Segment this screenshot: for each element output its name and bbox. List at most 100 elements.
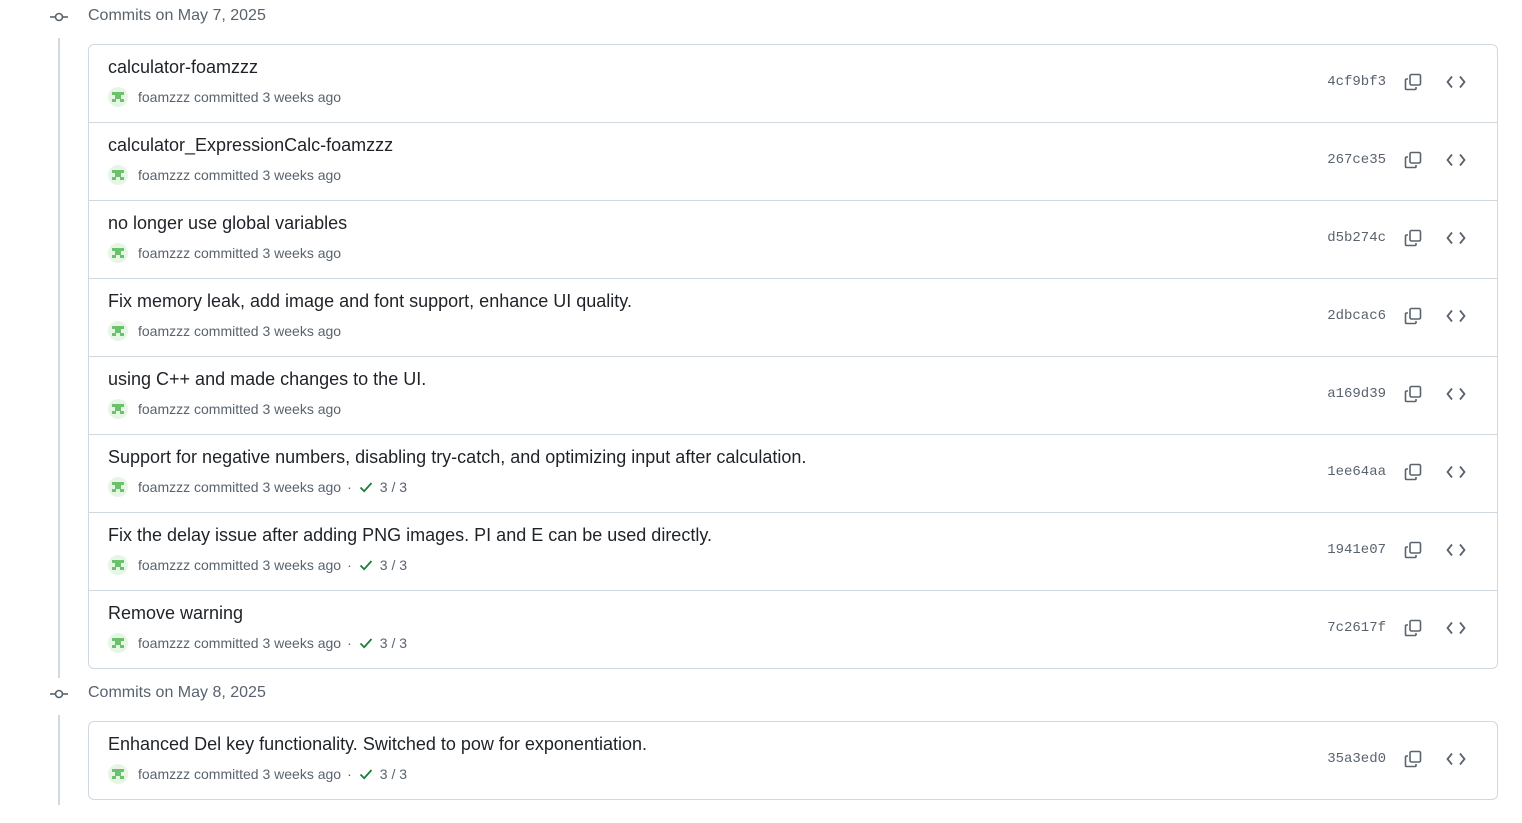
checks-count[interactable]: 3 / 3 xyxy=(380,766,407,782)
identicon-avatar[interactable] xyxy=(108,321,128,341)
commit-author-link[interactable]: foamzzz xyxy=(138,167,190,183)
commit-sha-link[interactable]: a169d39 xyxy=(1327,385,1386,403)
check-icon[interactable] xyxy=(358,479,374,495)
commit-action: committed xyxy=(194,323,259,339)
commit-sha-link[interactable]: 35a3ed0 xyxy=(1327,750,1386,768)
commit-action: committed xyxy=(194,401,259,417)
commit-message-link[interactable]: calculator-foamzzz xyxy=(108,56,258,78)
commit-meta: foamzzz committed 3 weeks ago xyxy=(108,86,341,108)
identicon-avatar[interactable] xyxy=(108,633,128,653)
commit-group-header: Commits on May 7, 2025 xyxy=(0,0,1522,32)
commit-message-link[interactable]: Remove warning xyxy=(108,602,243,624)
commit-row: Enhanced Del key functionality. Switched… xyxy=(89,722,1497,799)
commit-time: 3 weeks ago xyxy=(262,323,342,339)
commit-meta: foamzzz committed 3 weeks ago xyxy=(108,242,341,264)
commit-time: 3 weeks ago xyxy=(262,245,342,261)
code-icon[interactable] xyxy=(1444,616,1468,640)
copy-icon[interactable] xyxy=(1401,226,1425,250)
commit-time: 3 weeks ago xyxy=(262,766,342,782)
commit-message-link[interactable]: calculator_ExpressionCalc-foamzzz xyxy=(108,134,393,156)
commit-message-link[interactable]: using C++ and made changes to the UI. xyxy=(108,368,426,390)
commit-author-link[interactable]: foamzzz xyxy=(138,635,190,651)
check-icon[interactable] xyxy=(358,766,374,782)
copy-icon[interactable] xyxy=(1401,616,1425,640)
timeline-line xyxy=(58,715,60,805)
commit-action: committed xyxy=(194,89,259,105)
checks-count[interactable]: 3 / 3 xyxy=(380,557,407,573)
commit-row: Support for negative numbers, disabling … xyxy=(89,434,1497,512)
code-icon[interactable] xyxy=(1444,226,1468,250)
commit-group-header: Commits on May 8, 2025 xyxy=(0,677,1522,709)
git-commit-icon xyxy=(49,9,69,25)
commit-sha-link[interactable]: 4cf9bf3 xyxy=(1327,73,1386,91)
commit-meta: foamzzz committed 3 weeks ago xyxy=(108,398,341,420)
identicon-avatar[interactable] xyxy=(108,555,128,575)
commit-list: Enhanced Del key functionality. Switched… xyxy=(88,721,1498,800)
copy-icon[interactable] xyxy=(1401,304,1425,328)
identicon-avatar[interactable] xyxy=(108,764,128,784)
commit-sha-link[interactable]: d5b274c xyxy=(1327,229,1386,247)
copy-icon[interactable] xyxy=(1401,70,1425,94)
commit-author-link[interactable]: foamzzz xyxy=(138,89,190,105)
commit-list: calculator-foamzzz foamzzz committed 3 w… xyxy=(88,44,1498,669)
commit-group-title: Commits on May 7, 2025 xyxy=(88,7,266,24)
checks-count[interactable]: 3 / 3 xyxy=(380,479,407,495)
commit-sha-link[interactable]: 1ee64aa xyxy=(1327,463,1386,481)
commit-author-link[interactable]: foamzzz xyxy=(138,323,190,339)
identicon-avatar[interactable] xyxy=(108,399,128,419)
commit-meta: foamzzz committed 3 weeks ago · 3 / 3 xyxy=(108,476,407,498)
commit-row: calculator_ExpressionCalc-foamzzz foamzz… xyxy=(89,122,1497,200)
commit-action: committed xyxy=(194,557,259,573)
identicon-avatar[interactable] xyxy=(108,87,128,107)
code-icon[interactable] xyxy=(1444,304,1468,328)
commit-row: no longer use global variables foamzzz c… xyxy=(89,200,1497,278)
commit-row: calculator-foamzzz foamzzz committed 3 w… xyxy=(89,45,1497,122)
commit-time: 3 weeks ago xyxy=(262,479,342,495)
identicon-avatar[interactable] xyxy=(108,477,128,497)
commit-sha-link[interactable]: 2dbcac6 xyxy=(1327,307,1386,325)
copy-icon[interactable] xyxy=(1401,460,1425,484)
commit-row: Fix memory leak, add image and font supp… xyxy=(89,278,1497,356)
commit-time: 3 weeks ago xyxy=(262,557,342,573)
commit-time: 3 weeks ago xyxy=(262,89,342,105)
code-icon[interactable] xyxy=(1444,747,1468,771)
copy-icon[interactable] xyxy=(1401,148,1425,172)
copy-icon[interactable] xyxy=(1401,382,1425,406)
commit-row: Fix the delay issue after adding PNG ima… xyxy=(89,512,1497,590)
check-icon[interactable] xyxy=(358,557,374,573)
timeline-line xyxy=(58,38,60,678)
code-icon[interactable] xyxy=(1444,70,1468,94)
identicon-avatar[interactable] xyxy=(108,243,128,263)
commit-author-link[interactable]: foamzzz xyxy=(138,245,190,261)
meta-separator: · xyxy=(347,479,352,495)
commit-message-link[interactable]: Fix memory leak, add image and font supp… xyxy=(108,290,632,312)
commit-author-link[interactable]: foamzzz xyxy=(138,766,190,782)
commit-meta: foamzzz committed 3 weeks ago xyxy=(108,164,341,186)
commit-author-link[interactable]: foamzzz xyxy=(138,479,190,495)
commit-author-link[interactable]: foamzzz xyxy=(138,557,190,573)
code-icon[interactable] xyxy=(1444,538,1468,562)
commit-sha-link[interactable]: 267ce35 xyxy=(1327,151,1386,169)
identicon-avatar[interactable] xyxy=(108,165,128,185)
meta-separator: · xyxy=(347,635,352,651)
checks-count[interactable]: 3 / 3 xyxy=(380,635,407,651)
copy-icon[interactable] xyxy=(1401,747,1425,771)
commit-action: committed xyxy=(194,167,259,183)
commit-sha-link[interactable]: 1941e07 xyxy=(1327,541,1386,559)
code-icon[interactable] xyxy=(1444,460,1468,484)
commit-meta: foamzzz committed 3 weeks ago · 3 / 3 xyxy=(108,554,407,576)
commit-sha-link[interactable]: 7c2617f xyxy=(1327,619,1386,637)
commit-group: Commits on May 7, 2025 calculator-foamzz… xyxy=(0,0,1522,680)
check-icon[interactable] xyxy=(358,635,374,651)
commit-message-link[interactable]: Support for negative numbers, disabling … xyxy=(108,446,806,468)
commit-message-link[interactable]: no longer use global variables xyxy=(108,212,347,234)
copy-icon[interactable] xyxy=(1401,538,1425,562)
commit-message-link[interactable]: Enhanced Del key functionality. Switched… xyxy=(108,733,647,755)
commit-group: Commits on May 8, 2025 Enhanced Del key … xyxy=(0,677,1522,823)
commit-message-link[interactable]: Fix the delay issue after adding PNG ima… xyxy=(108,524,712,546)
commit-meta: foamzzz committed 3 weeks ago · 3 / 3 xyxy=(108,763,407,785)
commit-author-link[interactable]: foamzzz xyxy=(138,401,190,417)
code-icon[interactable] xyxy=(1444,382,1468,406)
code-icon[interactable] xyxy=(1444,148,1468,172)
meta-separator: · xyxy=(347,766,352,782)
